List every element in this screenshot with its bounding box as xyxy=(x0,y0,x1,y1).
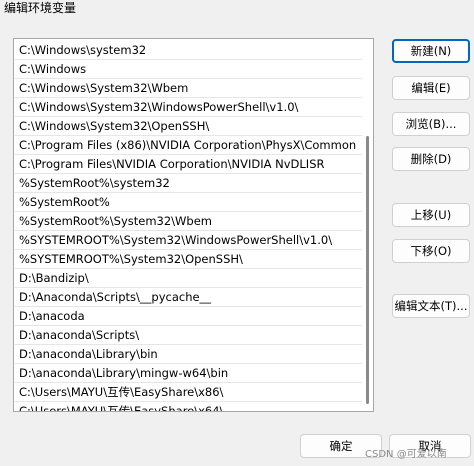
list-item[interactable]: C:\Windows xyxy=(15,60,363,79)
path-list-scrollbar[interactable] xyxy=(362,40,372,410)
edit-button[interactable]: 编辑(E) xyxy=(392,76,470,100)
browse-button[interactable]: 浏览(B)... xyxy=(392,112,470,136)
list-item[interactable]: D:\Bandizip\ xyxy=(15,269,363,288)
list-item[interactable]: C:\Users\MAYU\互传\EasyShare\x86\ xyxy=(15,383,363,402)
edit-env-variable-dialog: 编辑环境变量 C:\Windows\system32 C:\Windows C:\W… xyxy=(0,0,474,466)
list-item[interactable]: %SYSTEMROOT%\System32\OpenSSH\ xyxy=(15,250,363,269)
list-item[interactable]: %SystemRoot%\system32 xyxy=(15,174,363,193)
path-list-rows: C:\Windows\system32 C:\Windows C:\Windows\… xyxy=(15,41,363,411)
list-item[interactable]: C:\Program Files\NVIDIA Corporation\NVID… xyxy=(15,155,363,174)
delete-button[interactable]: 删除(D) xyxy=(392,147,470,171)
move-down-button[interactable]: 下移(O) xyxy=(392,239,470,263)
edit-text-button[interactable]: 编辑文本(T)... xyxy=(392,294,470,318)
list-item[interactable]: D:\anaconda\Library\mingw-w64\bin xyxy=(15,364,363,383)
list-item[interactable]: D:\anacoda xyxy=(15,307,363,326)
list-item[interactable]: C:\Users\MAYU\互传\EasyShare\x64\ xyxy=(15,402,363,411)
dialog-title: 编辑环境变量 xyxy=(4,1,77,15)
list-item[interactable]: C:\Windows\System32\OpenSSH\ xyxy=(15,117,363,136)
new-button[interactable]: 新建(N) xyxy=(392,39,470,63)
list-item[interactable]: C:\Windows\system32 xyxy=(15,41,363,60)
list-item[interactable]: D:\anaconda\Scripts\ xyxy=(15,326,363,345)
move-up-button[interactable]: 上移(U) xyxy=(392,203,470,227)
scrollbar-thumb[interactable] xyxy=(366,136,369,404)
list-item[interactable]: D:\Anaconda\Scripts\__pycache__ xyxy=(15,288,363,307)
path-list[interactable]: C:\Windows\system32 C:\Windows C:\Windows\… xyxy=(13,38,374,412)
list-item[interactable]: C:\Program Files (x86)\NVIDIA Corporatio… xyxy=(15,136,363,155)
list-item[interactable]: %SystemRoot% xyxy=(15,193,363,212)
list-item[interactable]: C:\Windows\System32\Wbem xyxy=(15,79,363,98)
watermark: CSDN @可爱以南 xyxy=(365,449,447,460)
list-item[interactable]: C:\Windows\System32\WindowsPowerShell\v1… xyxy=(15,98,363,117)
list-item[interactable]: %SystemRoot%\System32\Wbem xyxy=(15,212,363,231)
list-item[interactable]: %SYSTEMROOT%\System32\WindowsPowerShell\… xyxy=(15,231,363,250)
list-item[interactable]: D:\anaconda\Library\bin xyxy=(15,345,363,364)
